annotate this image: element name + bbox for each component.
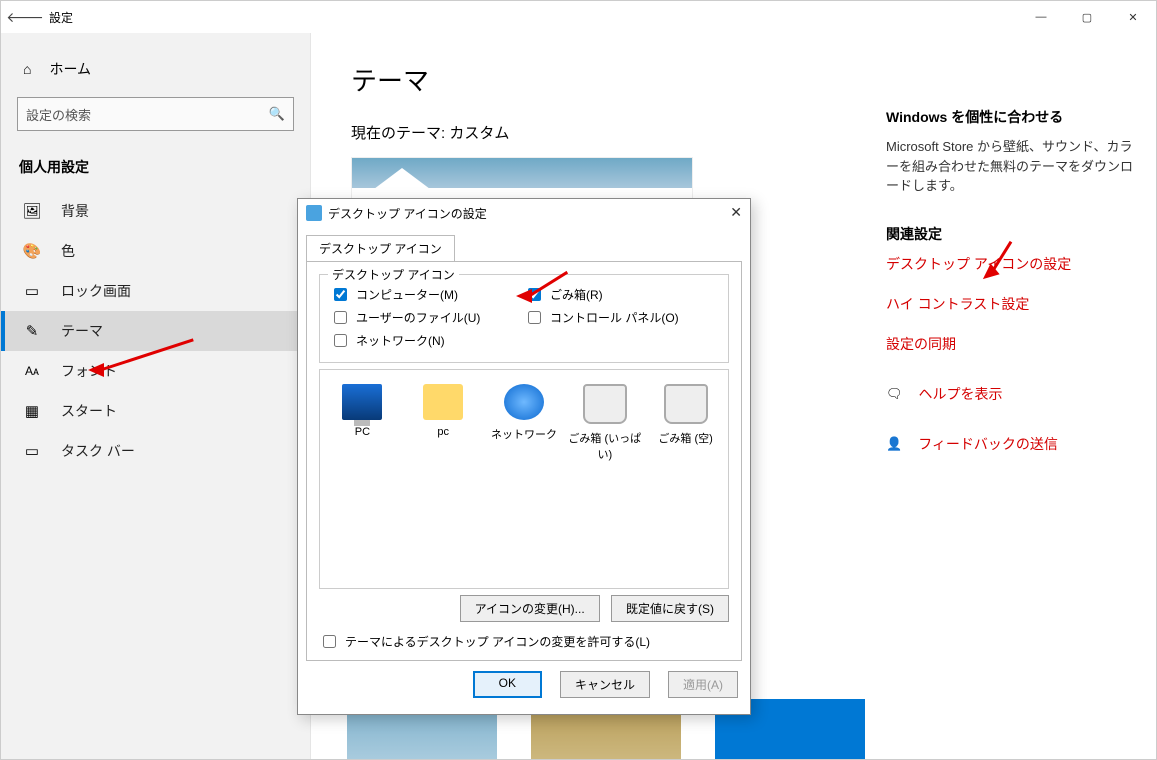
sidebar-item-label: 色 [61,241,75,261]
change-icon-button[interactable]: アイコンの変更(H)... [460,595,600,622]
checkbox-userfiles[interactable]: ユーザーのファイル(U) [330,308,524,327]
checkbox-computer[interactable]: コンピューター(M) [330,285,524,304]
icon-userfolder[interactable]: pc [407,384,480,438]
feedback-icon: 👤 [886,436,902,452]
checkbox-recyclebin[interactable]: ごみ箱(R) [524,285,718,304]
personalize-text: Microsoft Store から壁紙、サウンド、カラーを組み合わせた無料のテ… [886,137,1136,196]
lockscreen-icon: ▭ [23,282,41,300]
fieldset-legend: デスクトップ アイコン [328,266,459,283]
palette-icon: 🎨 [23,242,41,260]
sidebar-item-taskbar[interactable]: ▭ タスク バー [1,431,310,471]
checkbox-controlpanel-input[interactable] [528,311,541,324]
allow-themes-checkbox[interactable]: テーマによるデスクトップ アイコンの変更を許可する(L) [319,632,729,651]
related-heading: 関連設定 [886,224,1136,244]
sidebar-home-label: ホーム [49,59,91,79]
search-icon: 🔍 [269,106,285,122]
dialog-title: デスクトップ アイコンの設定 [328,205,487,222]
sidebar-item-background[interactable]: 🖼 背景 [1,191,310,231]
picture-icon: 🖼 [23,202,41,220]
checkbox-network-input[interactable] [334,334,347,347]
help-icon: 🗨 [886,386,903,402]
link-sync-settings[interactable]: 設定の同期 [886,334,1136,354]
themes-icon: ✎ [23,322,41,340]
titlebar: 🡐 設定 — ▢ ✕ [1,1,1156,33]
dialog-icon [306,205,322,221]
checkbox-computer-input[interactable] [334,288,347,301]
window-title: 設定 [49,9,73,26]
sidebar-item-label: ロック画面 [61,281,131,301]
feedback-label: フィードバックの送信 [918,434,1058,454]
minimize-button[interactable]: — [1018,1,1064,33]
checkbox-network[interactable]: ネットワーク(N) [330,331,524,350]
icon-recyclebin-full[interactable]: ごみ箱 (いっぱい) [568,384,641,462]
sidebar-item-fonts[interactable]: Aᴀ フォント [1,351,310,391]
restore-defaults-button[interactable]: 既定値に戻す(S) [611,595,729,622]
icon-recyclebin-empty[interactable]: ごみ箱 (空) [649,384,722,446]
link-high-contrast[interactable]: ハイ コントラスト設定 [886,294,1136,314]
desktop-icons-fieldset: デスクトップ アイコン コンピューター(M) ごみ箱(R) ユーザーのファイル(… [319,274,729,363]
search-input[interactable]: 設定の検索 🔍 [17,97,294,131]
checkbox-userfiles-input[interactable] [334,311,347,324]
start-icon: ▦ [23,402,41,420]
taskbar-icon: ▭ [23,442,41,460]
allow-themes-input[interactable] [323,635,336,648]
link-desktop-icon-settings[interactable]: デスクトップ アイコンの設定 [886,254,1136,274]
sidebar-home[interactable]: ⌂ ホーム [1,51,310,87]
settings-window: 🡐 設定 — ▢ ✕ ⌂ ホーム 設定の検索 🔍 個人用設定 🖼 背景 [0,0,1157,760]
icon-pc[interactable]: PC [326,384,399,438]
personalize-heading: Windows を個性に合わせる [886,107,1136,127]
sidebar-item-label: タスク バー [61,441,135,461]
back-button[interactable]: 🡐 [1,9,49,26]
sidebar-item-themes[interactable]: ✎ テーマ [1,311,310,351]
sidebar-item-label: フォント [61,361,117,381]
tab-desktop-icons[interactable]: デスクトップ アイコン [306,235,455,261]
checkbox-recyclebin-input[interactable] [528,288,541,301]
sidebar-item-label: スタート [61,401,117,421]
cancel-button[interactable]: キャンセル [560,671,650,698]
search-placeholder: 設定の検索 [26,105,269,124]
dialog-close-button[interactable]: ✕ [730,204,742,221]
help-link[interactable]: 🗨 ヘルプを表示 [886,384,1136,404]
sidebar-item-label: 背景 [61,201,89,221]
sidebar-item-lockscreen[interactable]: ▭ ロック画面 [1,271,310,311]
sidebar: ⌂ ホーム 設定の検索 🔍 個人用設定 🖼 背景 🎨 色 ▭ ロック画面 ✎ [1,33,311,759]
icon-preview-box: PC pc ネットワーク ごみ箱 (いっぱい) ごみ箱 (空) [319,369,729,589]
desktop-icon-settings-dialog: デスクトップ アイコンの設定 ✕ デスクトップ アイコン デスクトップ アイコン… [297,198,751,715]
page-title: テーマ [351,61,1156,98]
close-button[interactable]: ✕ [1110,1,1156,33]
ok-button[interactable]: OK [473,671,542,698]
apply-button[interactable]: 適用(A) [668,671,738,698]
sidebar-category: 個人用設定 [1,151,310,191]
fonts-icon: Aᴀ [23,362,41,380]
icon-network[interactable]: ネットワーク [488,384,561,442]
home-icon: ⌂ [23,61,31,77]
help-label: ヘルプを表示 [919,384,1003,404]
checkbox-controlpanel[interactable]: コントロール パネル(O) [524,308,718,327]
feedback-link[interactable]: 👤 フィードバックの送信 [886,434,1136,454]
right-column: Windows を個性に合わせる Microsoft Store から壁紙、サウ… [886,107,1136,472]
sidebar-item-colors[interactable]: 🎨 色 [1,231,310,271]
maximize-button[interactable]: ▢ [1064,1,1110,33]
dialog-titlebar: デスクトップ アイコンの設定 ✕ [298,199,750,227]
sidebar-item-label: テーマ [61,321,103,341]
sidebar-item-start[interactable]: ▦ スタート [1,391,310,431]
